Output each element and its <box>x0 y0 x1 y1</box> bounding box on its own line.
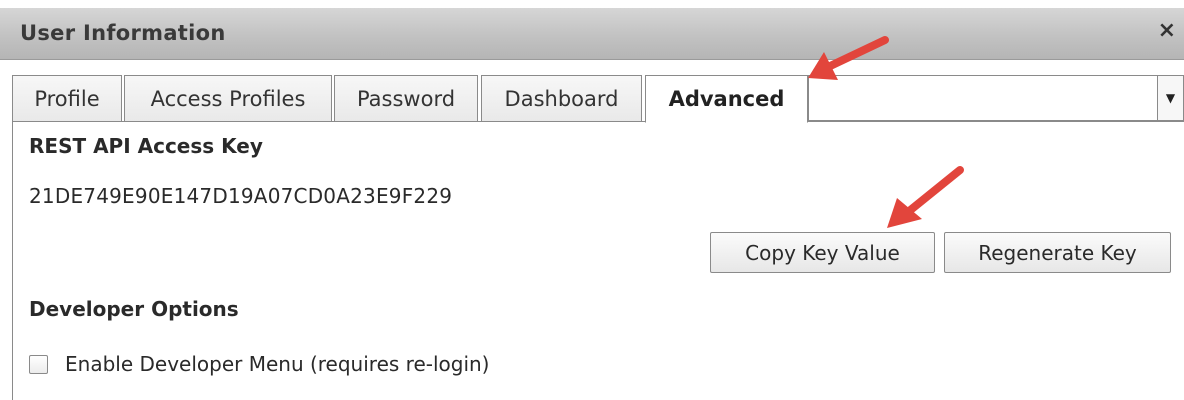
developer-options-heading: Developer Options <box>29 297 239 321</box>
enable-developer-menu-checkbox[interactable] <box>29 355 48 374</box>
tab-password[interactable]: Password <box>334 75 478 122</box>
dropdown-arrow-icon[interactable]: ▼ <box>1157 76 1183 120</box>
advanced-tab-panel: REST API Access Key 21DE749E90E147D19A07… <box>12 122 1184 400</box>
close-icon[interactable]: × <box>1158 20 1176 42</box>
rest-api-heading: REST API Access Key <box>29 134 263 158</box>
dialog-title-bar: User Information × <box>0 8 1184 60</box>
tab-overflow-select[interactable]: ▼ <box>808 75 1184 121</box>
tab-advanced[interactable]: Advanced <box>645 75 808 123</box>
copy-key-value-button[interactable]: Copy Key Value <box>710 232 935 273</box>
enable-developer-menu-label: Enable Developer Menu (requires re-login… <box>65 352 490 376</box>
tab-dashboard[interactable]: Dashboard <box>481 75 642 122</box>
tab-access-profiles[interactable]: Access Profiles <box>124 75 332 122</box>
regenerate-key-button[interactable]: Regenerate Key <box>944 232 1171 273</box>
tab-profile[interactable]: Profile <box>12 75 122 122</box>
dialog-title: User Information <box>20 21 226 45</box>
rest-api-key-value: 21DE749E90E147D19A07CD0A23E9F229 <box>29 184 453 208</box>
top-strip <box>0 0 1184 8</box>
